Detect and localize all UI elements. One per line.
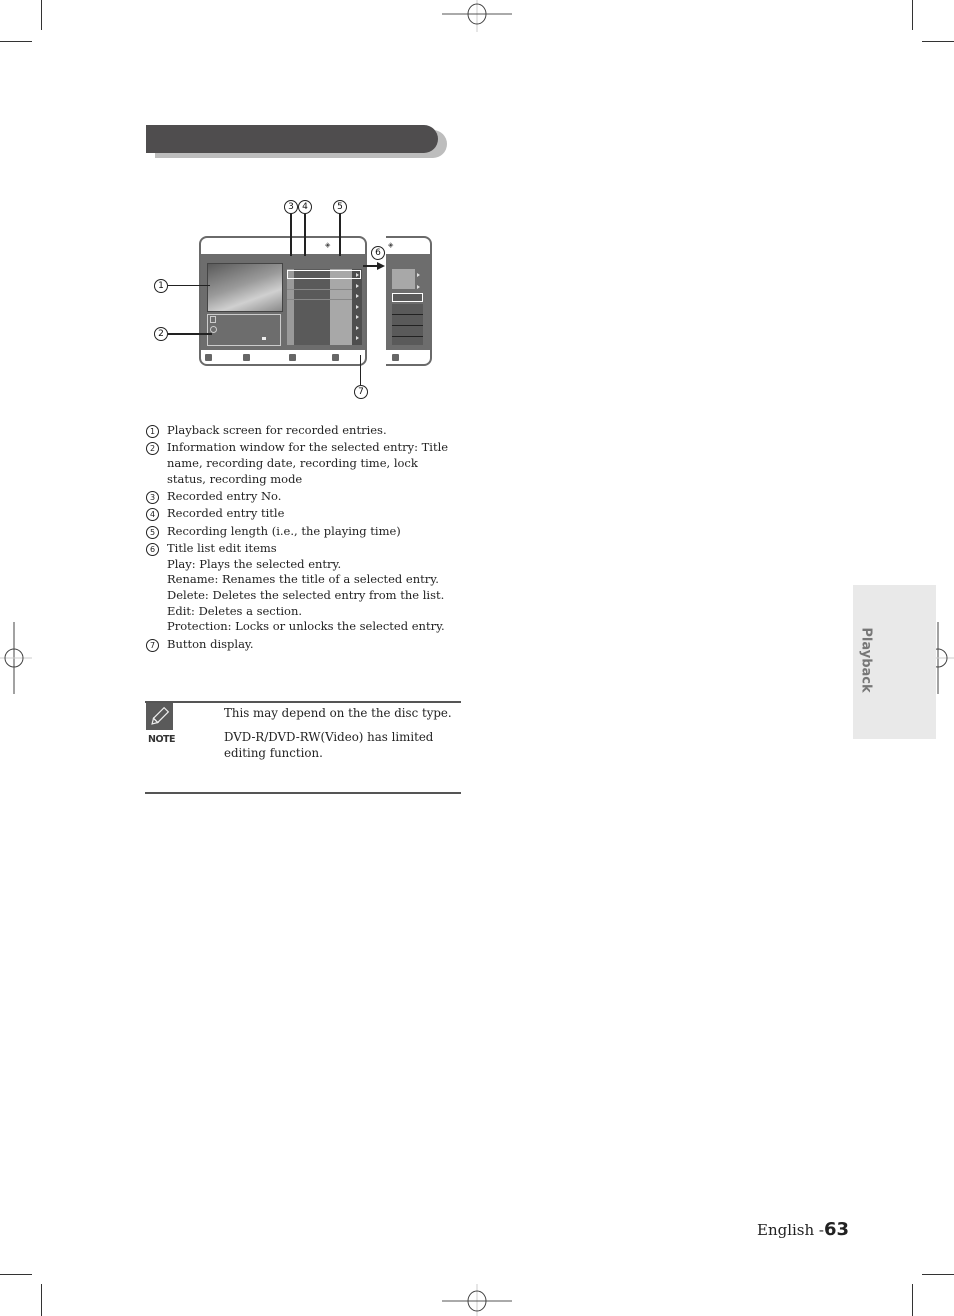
callout-line (168, 333, 212, 335)
page-number: English -63 (757, 1219, 850, 1240)
playback-thumbnail (207, 263, 283, 312)
description-item: 4 Recorded entry title (146, 506, 456, 522)
edit-menu-screen: ◈ (386, 236, 432, 366)
disc-icon: ◈ (388, 241, 394, 249)
play-arrow-icon[interactable] (356, 284, 359, 288)
disc-icon (210, 316, 216, 323)
note-text: This may depend on the the disc type. DV… (224, 705, 454, 769)
play-arrow-icon[interactable] (356, 326, 359, 330)
crop-mark (0, 1274, 32, 1275)
crop-mark (912, 0, 913, 30)
crop-mark (41, 1284, 42, 1316)
title-list-screen: ◈ (199, 236, 367, 366)
button-bar (386, 350, 430, 364)
callout-line (304, 214, 306, 256)
callout-line (168, 285, 210, 286)
registration-mark-icon (442, 1284, 512, 1316)
exit-button-icon[interactable] (392, 354, 399, 361)
screen-title-bar: ◈ (386, 238, 430, 254)
note-item: DVD-R/DVD-RW(Video) has limited editing … (224, 730, 434, 760)
note-divider (145, 792, 461, 794)
play-arrow-icon (417, 273, 420, 277)
crop-mark (0, 41, 32, 42)
description-item: 6 Title list edit items Play: Plays the … (146, 541, 456, 635)
entry-number-column (287, 269, 294, 345)
edit-item-edit[interactable] (392, 326, 423, 337)
callout-5: 5 (333, 200, 347, 214)
edit-item-delete[interactable] (392, 315, 423, 326)
clock-icon (210, 326, 217, 333)
description-list: 1 Playback screen for recorded entries. 2… (146, 423, 456, 654)
title-list (287, 269, 362, 345)
lock-icon (262, 337, 266, 340)
callout-line (290, 214, 292, 256)
callout-arrow-icon (363, 262, 385, 270)
chapter-tab-label: Playback (858, 627, 874, 693)
note-item: This may depend on the the disc type. (224, 706, 452, 720)
registration-mark-icon (442, 0, 512, 32)
row-divider (287, 299, 352, 300)
edit-item-play[interactable] (392, 293, 423, 302)
crop-mark (41, 0, 42, 30)
info-button-icon[interactable] (205, 354, 212, 361)
note-label: NOTE (148, 734, 176, 745)
description-item: 5 Recording length (i.e., the playing tim… (146, 524, 456, 540)
edit-preview (392, 269, 415, 289)
selected-entry-row[interactable] (287, 270, 361, 279)
menu-button-icon[interactable] (243, 354, 250, 361)
callout-6: 6 (371, 246, 385, 260)
disc-icon: ◈ (325, 241, 331, 249)
callout-line (339, 214, 341, 256)
description-item: 2 Information window for the selected ent… (146, 440, 456, 487)
info-window (207, 314, 281, 346)
return-button-icon[interactable] (289, 354, 296, 361)
recording-length-column (330, 269, 352, 345)
callout-3: 3 (284, 200, 298, 214)
row-divider (287, 289, 352, 290)
description-item: 1 Playback screen for recorded entries. (146, 423, 456, 439)
play-arrow-icon[interactable] (356, 315, 359, 319)
exit-button-icon[interactable] (332, 354, 339, 361)
description-item: 3 Recorded entry No. (146, 489, 456, 505)
section-header (146, 125, 438, 153)
crop-mark (922, 41, 954, 42)
callout-1: 1 (154, 279, 168, 293)
callout-4: 4 (298, 200, 312, 214)
play-arrow-icon (417, 285, 420, 289)
edit-item-protection[interactable] (392, 337, 423, 345)
note-divider (145, 701, 461, 703)
registration-mark-icon (0, 622, 32, 694)
edit-item-rename[interactable] (392, 304, 423, 315)
crop-mark (912, 1284, 913, 1316)
callout-line (360, 355, 361, 385)
crop-mark (922, 1274, 954, 1275)
pencil-icon (146, 703, 173, 730)
button-bar (201, 350, 365, 364)
play-arrow-icon[interactable] (356, 273, 359, 277)
play-arrow-icon[interactable] (356, 294, 359, 298)
description-item: 7 Button display. (146, 637, 456, 653)
play-arrow-icon[interactable] (356, 305, 359, 309)
play-arrow-icon[interactable] (356, 336, 359, 340)
callout-7: 7 (354, 385, 368, 399)
callout-2: 2 (154, 327, 168, 341)
